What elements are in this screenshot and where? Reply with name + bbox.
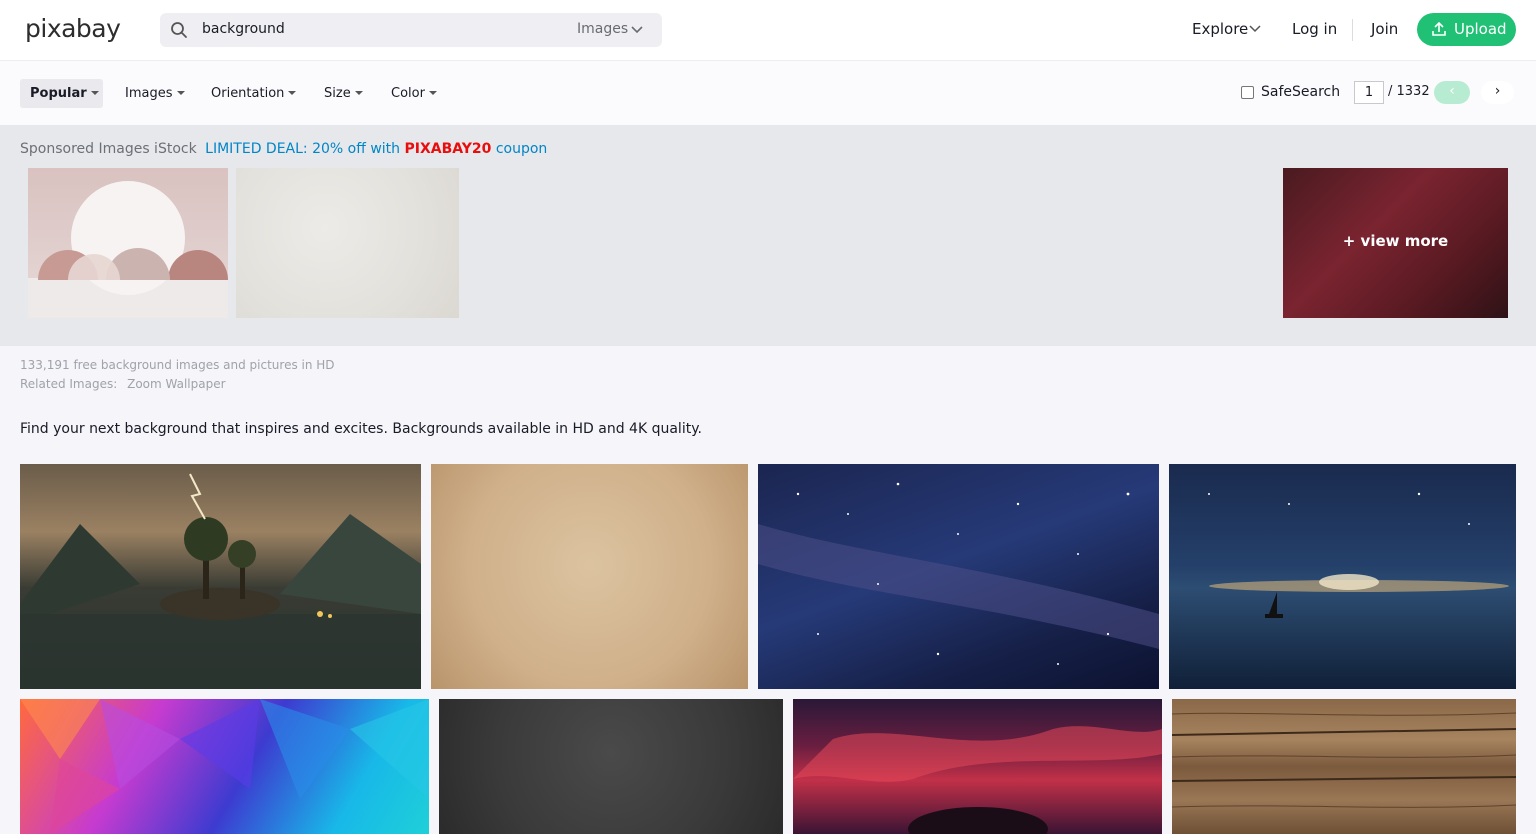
related-item[interactable]: Zoom Wallpaper xyxy=(127,377,225,391)
next-page-button[interactable]: › xyxy=(1481,81,1514,104)
filter-color-dropdown[interactable]: Color xyxy=(391,79,437,108)
results-count: 133,191 free background images and pictu… xyxy=(20,358,335,372)
coupon-code: PIXABAY20 xyxy=(404,141,492,157)
filter-orientation-dropdown[interactable]: Orientation xyxy=(211,79,297,108)
search-icon[interactable] xyxy=(170,21,188,39)
image-red-sky-tree xyxy=(793,726,1162,834)
filter-label: Size xyxy=(324,86,351,101)
caret-down-icon xyxy=(354,91,363,95)
filter-label: Orientation xyxy=(211,86,285,101)
image-result[interactable] xyxy=(439,699,783,834)
caret-down-icon xyxy=(176,91,185,95)
image-night-sea-sailboat xyxy=(1208,492,1509,618)
image-result[interactable] xyxy=(793,699,1162,834)
sponsored-image[interactable] xyxy=(236,168,459,318)
upload-label: Upload xyxy=(1454,20,1507,38)
filter-images-dropdown[interactable]: Images xyxy=(125,79,185,108)
image-result[interactable] xyxy=(1169,464,1516,689)
view-more-button[interactable]: + view more xyxy=(1283,168,1508,318)
image-polygon-colorful xyxy=(20,699,429,834)
page-number-input[interactable]: 1 xyxy=(1354,81,1384,104)
deal-text: LIMITED DEAL: 20% off with xyxy=(205,141,401,157)
related-label: Related Images: xyxy=(20,377,118,391)
deal-link[interactable]: LIMITED DEAL: 20% off with PIXABAY20 cou… xyxy=(205,141,547,157)
sponsored-section: Sponsored Images iStock LIMITED DEAL: 20… xyxy=(0,125,1536,346)
search-input[interactable]: background xyxy=(202,21,285,37)
search-bar[interactable]: background Images xyxy=(160,13,662,47)
image-lake-mountain-storm xyxy=(20,473,421,689)
filter-label: Color xyxy=(391,86,425,101)
image-result[interactable] xyxy=(758,464,1159,689)
sort-label: Popular xyxy=(30,86,87,101)
safesearch-checkbox[interactable] xyxy=(1241,86,1254,99)
image-milky-way xyxy=(758,482,1159,665)
divider xyxy=(1352,19,1353,41)
upload-icon xyxy=(1432,21,1446,36)
image-wood-planks xyxy=(1172,712,1516,808)
explore-menu[interactable]: Explore xyxy=(1192,20,1248,38)
login-link[interactable]: Log in xyxy=(1292,20,1337,38)
sort-popular-dropdown[interactable]: Popular xyxy=(20,79,103,108)
image-result[interactable] xyxy=(431,464,748,689)
sponsored-image[interactable] xyxy=(28,168,228,318)
sponsored-line: Sponsored Images iStock LIMITED DEAL: 20… xyxy=(20,141,547,157)
join-link[interactable]: Join xyxy=(1371,20,1398,38)
chevron-down-icon[interactable] xyxy=(1249,23,1261,35)
deal-suffix: coupon xyxy=(495,141,548,157)
page-tagline: Find your next background that inspires … xyxy=(20,421,702,437)
related-images: Related Images: Zoom Wallpaper xyxy=(20,377,232,391)
page-total: / 1332 xyxy=(1388,84,1430,99)
image-result[interactable] xyxy=(1172,699,1516,834)
caret-down-icon xyxy=(288,91,297,95)
search-type-select[interactable]: Images xyxy=(577,21,628,37)
upload-button[interactable]: Upload xyxy=(1417,13,1516,46)
caret-down-icon xyxy=(90,91,99,95)
top-header: pixabay background Images Explore Log in… xyxy=(0,0,1536,60)
chevron-down-icon[interactable] xyxy=(630,23,644,37)
sponsored-label: Sponsored Images iStock xyxy=(20,141,197,157)
sponsored-image-graphic xyxy=(28,181,228,318)
filter-size-dropdown[interactable]: Size xyxy=(324,79,363,108)
image-result[interactable] xyxy=(20,464,421,689)
safesearch-label[interactable]: SafeSearch xyxy=(1261,84,1340,100)
image-result[interactable] xyxy=(20,699,429,834)
caret-down-icon xyxy=(428,91,437,95)
filter-label: Images xyxy=(125,86,173,101)
view-more-label: + view more xyxy=(1342,232,1449,250)
pixabay-logo[interactable]: pixabay xyxy=(25,14,121,43)
prev-page-button[interactable]: ‹ xyxy=(1434,81,1470,104)
